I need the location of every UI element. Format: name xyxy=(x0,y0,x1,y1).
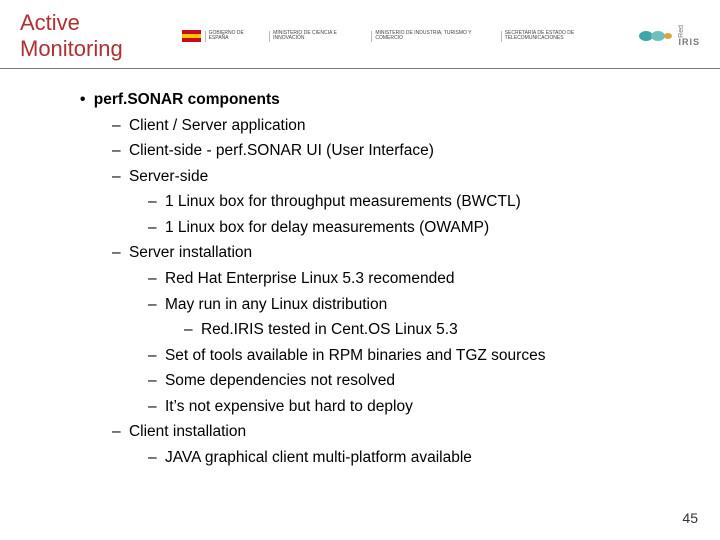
slide-header: Active Monitoring GOBIERNO DE ESPAÑA MIN… xyxy=(0,0,720,69)
list-item: Red Hat Enterprise Linux 5.3 recomended xyxy=(136,266,680,292)
iris-text: Red IRIS xyxy=(678,25,700,48)
list-item: Red.IRIS tested in Cent.OS Linux 5.3 xyxy=(172,317,680,343)
list-item: 1 Linux box for throughput measurements … xyxy=(136,189,680,215)
iris-dots-icon xyxy=(638,26,672,46)
logo-strip: GOBIERNO DE ESPAÑA MINISTERIO DE CIENCIA… xyxy=(182,22,700,50)
spain-crest-icon xyxy=(182,26,201,46)
slide-title: Active Monitoring xyxy=(20,10,182,62)
list-item: JAVA graphical client multi-platform ava… xyxy=(136,445,680,471)
page-number: 45 xyxy=(682,510,698,526)
gov-text-1: GOBIERNO DE ESPAÑA xyxy=(205,31,266,42)
gov-spain-logo: GOBIERNO DE ESPAÑA MINISTERIO DE CIENCIA… xyxy=(182,22,631,50)
list-item: Server-side 1 Linux box for throughput m… xyxy=(100,164,680,241)
list-item: It’s not expensive but hard to deploy xyxy=(136,394,680,420)
gov-text-2: MINISTERIO DE CIENCIA E INNOVACIÓN xyxy=(269,31,367,42)
list-item: Some dependencies not resolved xyxy=(136,368,680,394)
gov-text-3: MINISTERIO DE INDUSTRIA, TURISMO Y COMER… xyxy=(371,31,496,42)
gov-text-4: SECRETARÍA DE ESTADO DE TELECOMUNICACION… xyxy=(501,31,631,42)
list-item: Client-side - perf.SONAR UI (User Interf… xyxy=(100,138,680,164)
list-item: Set of tools available in RPM binaries a… xyxy=(136,343,680,369)
list-item: Server installation Red Hat Enterprise L… xyxy=(100,240,680,419)
list-item: 1 Linux box for delay measurements (OWAM… xyxy=(136,215,680,241)
slide-body: perf.SONAR components Client / Server ap… xyxy=(0,69,720,470)
list-item: May run in any Linux distribution Red.IR… xyxy=(136,292,680,343)
list-item: Client / Server application xyxy=(100,113,680,139)
list-item: Client installation JAVA graphical clien… xyxy=(100,419,680,470)
rediris-logo: Red IRIS xyxy=(638,22,700,50)
bullet-root: perf.SONAR components Client / Server ap… xyxy=(80,87,680,470)
